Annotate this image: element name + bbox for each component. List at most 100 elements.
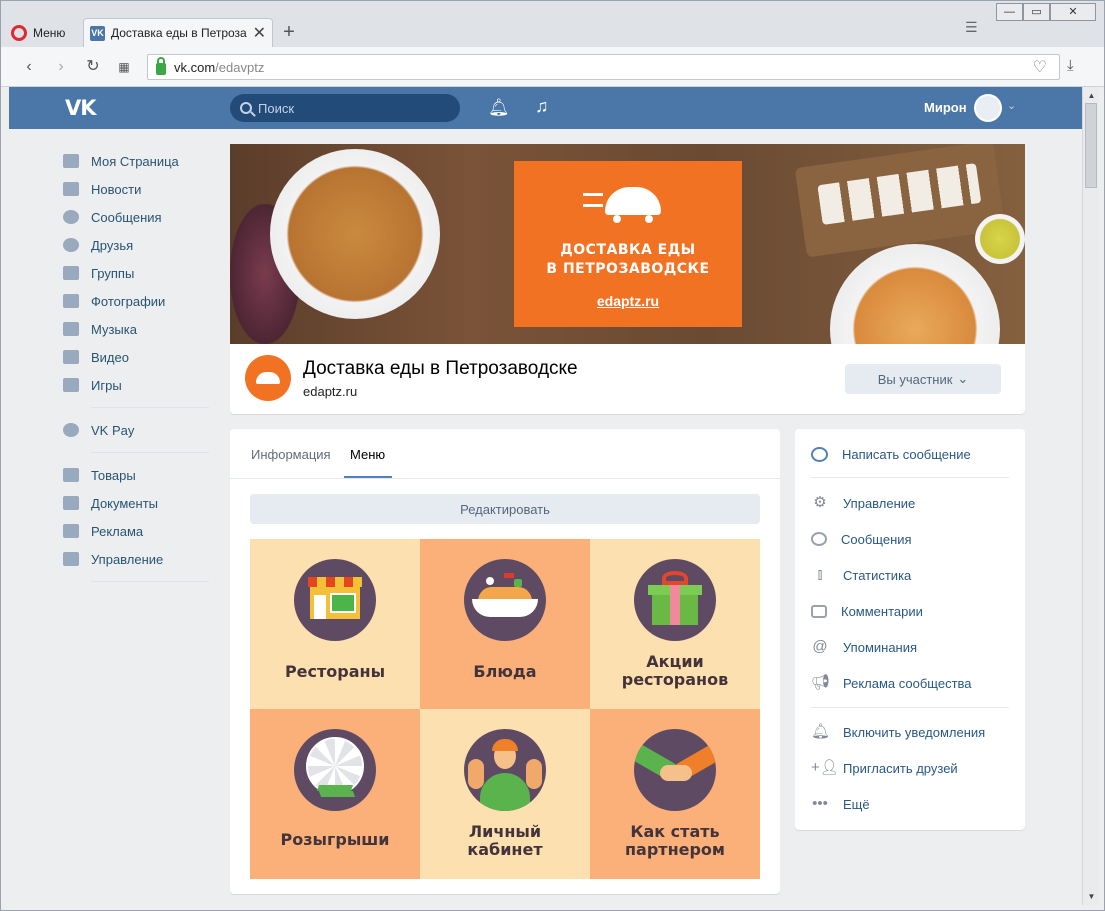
member-button-label: Вы участник xyxy=(877,371,953,387)
tab-close-icon[interactable]: ✕ xyxy=(253,23,266,43)
group-site-link[interactable]: edaptz.ru xyxy=(303,384,357,399)
tile-label: Личный кабинет xyxy=(467,822,543,859)
promo-site: edaptz.ru xyxy=(596,293,660,309)
browser-window: Меню VK Доставка еды в Петрозавод ✕ + ☰ … xyxy=(0,0,1105,911)
menu-tile-account[interactable]: Личный кабинет xyxy=(420,709,590,879)
vk-logo[interactable]: VK xyxy=(65,96,97,120)
statistics-action[interactable]: ⫾ Статистика xyxy=(811,565,912,585)
gear-icon: ⚙ xyxy=(813,494,827,511)
opera-logo-icon xyxy=(11,25,27,41)
bar-chart-icon: ⫾ xyxy=(817,566,823,583)
write-message-action[interactable]: Написать сообщение xyxy=(811,444,971,464)
download-icon[interactable]: ⤓ xyxy=(1067,57,1074,74)
menu-tile-promotions[interactable]: Акции ресторанов xyxy=(590,539,760,709)
nav-item-photos[interactable]: Фотографии xyxy=(63,287,213,315)
minimize-button[interactable]: — xyxy=(996,3,1023,21)
maximize-button[interactable]: ▭ xyxy=(1023,3,1050,21)
nav-divider xyxy=(91,407,209,408)
manage-action[interactable]: ⚙ Управление xyxy=(811,493,915,513)
bell-icon[interactable]: 🔔︎ xyxy=(488,98,510,118)
tile-label: Розыгрыши xyxy=(280,830,390,849)
page-scrollbar[interactable]: ▲ ▼ xyxy=(1082,87,1099,905)
shop-icon xyxy=(294,559,376,641)
tab-menu[interactable]: Меню xyxy=(350,447,385,462)
ruble-icon xyxy=(63,423,79,437)
menu-tile-dishes[interactable]: Блюда xyxy=(420,539,590,709)
menu-tile-restaurants[interactable]: Рестораны xyxy=(250,539,420,709)
more-action[interactable]: ••• Ещё xyxy=(811,794,870,814)
user-name[interactable]: Мирон xyxy=(924,100,967,115)
scroll-down-icon[interactable]: ▼ xyxy=(1084,889,1099,904)
url-host: vk.com xyxy=(174,59,216,75)
messages-action[interactable]: Сообщения xyxy=(811,529,912,549)
gamepad-icon xyxy=(63,378,79,392)
cover-salad-plate xyxy=(830,244,1000,344)
invite-friends-action[interactable]: +👤︎ Пригласить друзей xyxy=(811,758,958,778)
bag-icon xyxy=(63,468,79,482)
tab-information[interactable]: Информация xyxy=(251,447,331,462)
chevron-down-icon[interactable]: ⌄ xyxy=(1007,99,1016,112)
tile-label: Рестораны xyxy=(284,662,386,681)
nav-item-music[interactable]: Музыка xyxy=(63,315,213,343)
nav-label: Новости xyxy=(91,181,142,197)
nav-item-vk-pay[interactable]: VK Pay xyxy=(63,416,213,444)
nav-item-ads[interactable]: Реклама xyxy=(63,517,213,545)
nav-item-news[interactable]: Новости xyxy=(63,175,213,203)
delivery-cloche-icon xyxy=(583,183,673,223)
add-user-icon: +👤︎ xyxy=(811,759,839,776)
url-path: /edavptz xyxy=(215,59,265,75)
nav-item-goods[interactable]: Товары xyxy=(63,461,213,489)
community-ads-action[interactable]: 📢︎ Реклама сообщества xyxy=(811,673,972,693)
menu-tile-partner[interactable]: Как стать партнером xyxy=(590,709,760,879)
speed-dial-icon[interactable]: ▦ xyxy=(114,57,134,77)
nav-item-games[interactable]: Игры xyxy=(63,371,213,399)
edit-button[interactable]: Редактировать xyxy=(250,494,760,524)
nav-label: Игры xyxy=(91,377,122,393)
active-tab-underline xyxy=(344,476,392,478)
panel-divider xyxy=(811,477,1009,478)
left-nav: Моя Страница Новости Сообщения Друзья Гр… xyxy=(63,147,213,590)
nav-label: Видео xyxy=(91,349,129,365)
tab-menu-icon[interactable]: ☰ xyxy=(965,19,983,35)
nav-item-video[interactable]: Видео xyxy=(63,343,213,371)
gift-icon xyxy=(634,559,716,641)
address-bar: ‹ › ↻ ▦ vk.com/edavptz ♡ ⤓ xyxy=(1,47,1104,87)
new-tab-button[interactable]: + xyxy=(279,21,299,45)
url-input[interactable]: vk.com/edavptz ♡ xyxy=(147,54,1060,80)
back-arrow-icon[interactable]: ‹ xyxy=(19,57,39,77)
nav-item-friends[interactable]: Друзья xyxy=(63,231,213,259)
chevron-down-icon: ⌄ xyxy=(957,371,969,386)
mentions-action[interactable]: @ Упоминания xyxy=(811,637,917,657)
music-note-icon[interactable]: ♫ xyxy=(535,96,549,117)
nav-item-groups[interactable]: Группы xyxy=(63,259,213,287)
film-icon xyxy=(63,350,79,364)
menu-tile-giveaways[interactable]: Розыгрыши xyxy=(250,709,420,879)
browser-tab[interactable]: VK Доставка еды в Петрозавод ✕ xyxy=(83,18,273,47)
close-window-button[interactable]: ✕ xyxy=(1050,3,1096,21)
nav-item-messages[interactable]: Сообщения xyxy=(63,203,213,231)
opera-menu-button[interactable]: Меню xyxy=(11,21,81,45)
nav-item-manage[interactable]: Управление xyxy=(63,545,213,573)
dish-icon xyxy=(464,559,546,641)
vk-header: VK Поиск 🔔︎ ♫ Мирон ⌄ xyxy=(9,87,1082,129)
action-label: Пригласить друзей xyxy=(843,760,958,776)
member-status-button[interactable]: Вы участник ⌄ xyxy=(845,364,1001,394)
avatar[interactable] xyxy=(974,94,1002,122)
group-avatar[interactable] xyxy=(245,355,291,401)
menu-grid: Рестораны Блюда Акции ресторанов Розыгрыш… xyxy=(250,539,760,879)
scroll-thumb[interactable] xyxy=(1085,103,1097,188)
search-input[interactable]: Поиск xyxy=(230,94,460,122)
nav-item-documents[interactable]: Документы xyxy=(63,489,213,517)
heart-icon[interactable]: ♡ xyxy=(1033,57,1047,77)
tile-label: Акции ресторанов xyxy=(621,652,729,689)
megaphone-icon: 📢︎ xyxy=(811,674,831,691)
reload-icon[interactable]: ↻ xyxy=(83,57,103,77)
notifications-action[interactable]: 🔔︎ Включить уведомления xyxy=(811,722,985,742)
forward-arrow-icon[interactable]: › xyxy=(51,57,71,77)
nav-item-my-page[interactable]: Моя Страница xyxy=(63,147,213,175)
music-icon xyxy=(63,322,79,336)
comments-action[interactable]: Комментарии xyxy=(811,601,923,621)
cover-sushi-board xyxy=(794,144,1006,258)
message-icon xyxy=(63,210,79,224)
scroll-up-icon[interactable]: ▲ xyxy=(1084,88,1099,103)
